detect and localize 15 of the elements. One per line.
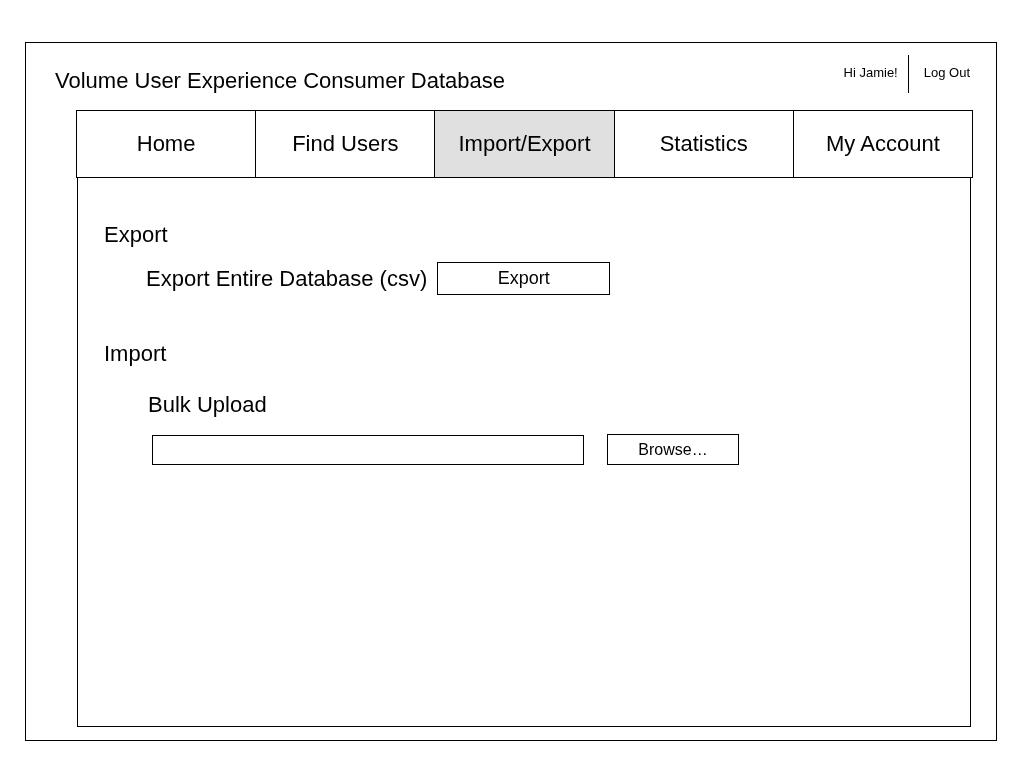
nav-tab[interactable]: Statistics: [613, 110, 794, 178]
logout-link[interactable]: Log Out: [908, 55, 970, 93]
bulk-upload-label: Bulk Upload: [148, 392, 268, 418]
file-path-field[interactable]: [152, 434, 584, 465]
browse-button[interactable]: Browse…: [607, 434, 739, 465]
nav-tab[interactable]: Import/Export: [434, 110, 615, 178]
export-button[interactable]: Export: [437, 262, 611, 295]
section-heading: Import: [104, 341, 168, 367]
section-heading: Export: [104, 222, 169, 248]
app-title: Volume User Experience Consumer Database: [55, 68, 505, 94]
nav-tab[interactable]: Find Users: [255, 110, 436, 178]
export-label: Export Entire Database (csv): [146, 265, 428, 292]
nav-tab[interactable]: Home: [76, 110, 257, 178]
nav-tab[interactable]: My Account: [792, 110, 973, 178]
greeting-text: Hi Jamie!: [843, 55, 909, 93]
